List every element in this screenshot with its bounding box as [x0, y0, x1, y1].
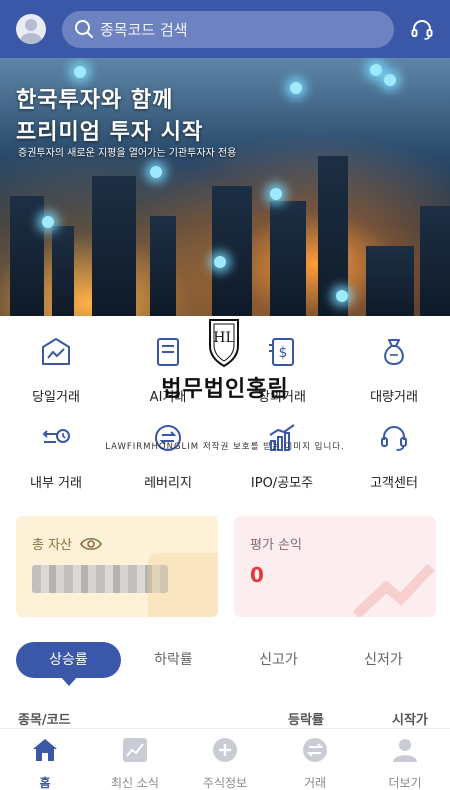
nav-stock-info[interactable]: 주식정보: [180, 737, 270, 790]
dollar-document-icon: $: [269, 338, 294, 366]
tab-fall-rate[interactable]: 하락률: [121, 642, 226, 678]
menu-item-label: 내부 거래: [30, 476, 82, 491]
network-node: [42, 216, 54, 228]
profit-loss-title: 평가 손익: [250, 538, 302, 553]
menu-item-label: 레버리지: [144, 476, 192, 491]
bottom-navigation: 홈 최신 소식 주식정보 거래 더보기: [0, 728, 450, 790]
column-header-open: 시작가: [392, 713, 428, 728]
wallet-decoration: [148, 553, 218, 617]
city-building: [420, 206, 450, 316]
nav-home[interactable]: 홈: [0, 737, 90, 790]
watermark-subtitle: LAWFIRMHONGLIM 저작권 보호를 받는 이미지 입니다.: [105, 442, 345, 452]
menu-item-leverage[interactable]: 레버리지: [112, 422, 224, 491]
ranking-tabs: 상승률 하락률 신고가 신저가: [16, 642, 436, 678]
city-building: [270, 201, 306, 316]
plus-circle-icon: [213, 738, 237, 762]
money-bag-icon: [384, 339, 404, 366]
total-asset-card[interactable]: 총 자산: [16, 516, 218, 617]
search-icon: [75, 20, 93, 38]
city-building: [52, 226, 74, 316]
nav-label: 최신 소식: [111, 776, 159, 790]
home-icon: [33, 739, 57, 761]
menu-item-ipo[interactable]: IPO/공모주: [226, 422, 338, 491]
active-tab-pointer: [60, 676, 78, 686]
promo-banner[interactable]: 한국투자와 함께 프리미엄 투자 시작 증권투자의 새로운 지평을 열어가는 기…: [0, 58, 450, 316]
person-icon: [393, 739, 417, 762]
network-node: [290, 82, 302, 94]
exchange-icon: [303, 738, 327, 762]
network-node: [384, 74, 396, 86]
banner-subtitle: 증권투자의 새로운 지평을 열어가는 기관투자자 전용: [18, 148, 237, 159]
menu-item-customer-center[interactable]: 고객센터: [338, 422, 450, 491]
nav-trade[interactable]: 거래: [270, 737, 360, 790]
tab-new-low[interactable]: 신저가: [331, 642, 436, 678]
news-chart-icon: [123, 738, 147, 762]
menu-item-internal-trade[interactable]: 내부 거래: [0, 422, 112, 491]
document-icon: [157, 338, 179, 366]
city-building: [10, 196, 44, 316]
city-building: [366, 246, 414, 316]
network-node: [336, 290, 348, 302]
nav-more[interactable]: 더보기: [360, 737, 450, 790]
total-asset-title: 총 자산: [32, 538, 73, 553]
network-node: [214, 256, 226, 268]
nav-news[interactable]: 최신 소식: [90, 737, 180, 790]
tab-new-high[interactable]: 신고가: [226, 642, 331, 678]
menu-item-label: IPO/공모주: [250, 476, 314, 491]
chart-line-icon: [42, 338, 70, 365]
city-building: [150, 216, 176, 316]
city-building: [212, 186, 252, 316]
eye-icon[interactable]: [80, 536, 102, 552]
nav-label: 홈: [39, 776, 51, 790]
customer-service-button[interactable]: [408, 15, 436, 43]
search-input[interactable]: 종목코드 검색: [62, 10, 394, 48]
top-bar: 종목코드 검색: [0, 0, 450, 58]
network-node: [150, 166, 162, 178]
tab-rise-rate[interactable]: 상승률: [16, 642, 121, 678]
nav-label: 주식정보: [202, 776, 248, 790]
nav-label: 거래: [303, 776, 327, 790]
banner-title-line1: 한국투자와 함께: [16, 88, 174, 113]
profit-loss-card[interactable]: 평가 손익 0: [234, 516, 436, 617]
svg-text:$: $: [279, 345, 288, 361]
watermark-title: 법무법인홍림: [161, 377, 289, 402]
headset-icon: [411, 20, 433, 40]
network-node: [370, 64, 382, 76]
watermark-logo-text: HL: [213, 330, 235, 346]
network-node: [74, 66, 86, 78]
trend-arrow-decoration: [352, 563, 435, 617]
city-building: [92, 176, 136, 316]
column-header-name: 종목/코드: [18, 713, 71, 728]
nav-label: 더보기: [388, 776, 422, 790]
network-node: [270, 188, 282, 200]
column-header-change: 등락률: [288, 713, 324, 728]
menu-item-label: 고객센터: [370, 476, 418, 491]
search-placeholder: 종목코드 검색: [100, 20, 188, 39]
profile-avatar[interactable]: [16, 14, 46, 44]
banner-title-line2: 프리미엄 투자 시작: [16, 120, 204, 145]
